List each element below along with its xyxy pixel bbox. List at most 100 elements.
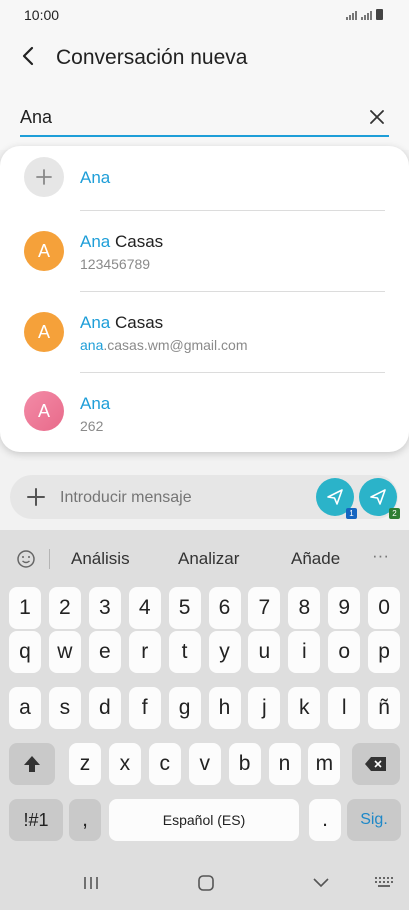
key-v[interactable]: v [188,743,221,785]
key-s[interactable]: s [48,687,81,729]
backspace-key[interactable] [352,743,400,785]
key-u[interactable]: u [248,631,281,673]
key-2[interactable]: 2 [48,587,81,629]
contact-detail: 123456789 [80,256,151,272]
key-i[interactable]: i [288,631,321,673]
suggestions-card: Ana A Ana Casas 123456789 A Ana Casas an… [0,146,409,452]
status-icons [346,9,383,20]
list-item[interactable]: A Ana Casas 123456789 [0,211,409,291]
next-key[interactable]: Sig. [347,799,401,841]
key-g[interactable]: g [168,687,201,729]
key-7[interactable]: 7 [248,587,281,629]
send-icon [327,489,343,505]
suggestion-bar: Análisis Analizar Añade ··· [0,530,409,585]
key-a[interactable]: a [9,687,41,729]
avatar: A [24,391,64,431]
key-d[interactable]: d [88,687,121,729]
symbols-key[interactable]: !#1 [9,799,63,841]
key-0[interactable]: 0 [368,587,401,629]
recipient-input[interactable] [20,104,320,130]
key-1[interactable]: 1 [9,587,41,629]
keyboard: Análisis Analizar Añade ··· 1234567890 qw… [0,530,409,910]
list-item[interactable]: A Ana 262 [0,373,409,452]
key-w[interactable]: w [48,631,81,673]
key-e[interactable]: e [88,631,121,673]
key-n[interactable]: n [268,743,301,785]
attach-button[interactable] [24,485,48,509]
chevron-down-icon [313,878,329,888]
more-options-button[interactable]: ··· [372,546,389,566]
key-8[interactable]: 8 [288,587,321,629]
close-icon [370,110,384,124]
space-key[interactable]: Español (ES) [109,799,299,841]
key-ñ[interactable]: ñ [368,687,401,729]
signal-icon [361,11,372,20]
divider [49,549,50,569]
key-t[interactable]: t [168,631,201,673]
recent-apps-icon [84,877,98,889]
backspace-icon [365,757,386,771]
list-item[interactable]: A Ana Casas ana.casas.wm@gmail.com [0,292,409,372]
contact-detail: ana.casas.wm@gmail.com [80,337,248,353]
key-5[interactable]: 5 [168,587,201,629]
status-time: 10:00 [24,7,60,23]
word-suggestion[interactable]: Análisis [71,549,130,569]
key-j[interactable]: j [248,687,281,729]
shift-key[interactable] [9,743,55,785]
contact-detail: 262 [80,418,104,434]
period-key[interactable]: . [309,799,341,841]
contact-name: Ana Casas [80,313,164,332]
back-arrow-icon [22,46,34,66]
comma-key[interactable]: , [69,799,101,841]
word-suggestion[interactable]: Añade [291,549,340,569]
avatar: A [24,312,64,352]
key-x[interactable]: x [108,743,141,785]
key-c[interactable]: c [148,743,181,785]
send-sim2-button[interactable]: 2 [359,478,400,519]
list-item[interactable]: Ana [0,146,409,220]
keyboard-icon [375,877,393,887]
back-button[interactable] [14,42,42,70]
send-icon [370,489,386,505]
navigation-bar [0,860,409,910]
clear-button[interactable] [364,104,390,130]
emoji-toggle-icon[interactable] [14,547,38,571]
keyboard-switch-button[interactable] [374,875,394,894]
battery-icon [376,9,383,20]
key-k[interactable]: k [288,687,321,729]
avatar: A [24,231,64,271]
page-title: Conversación nueva [56,46,248,69]
contact-name: Ana [80,168,111,187]
key-9[interactable]: 9 [328,587,361,629]
contact-name: Ana Casas [80,232,164,251]
key-h[interactable]: h [208,687,241,729]
plus-icon [27,488,45,506]
key-l[interactable]: l [328,687,361,729]
key-m[interactable]: m [308,743,341,785]
key-4[interactable]: 4 [128,587,161,629]
sim1-badge: 1 [346,508,357,519]
send-sim1-button[interactable]: 1 [316,478,357,519]
key-p[interactable]: p [368,631,401,673]
key-o[interactable]: o [328,631,361,673]
app-header: Conversación nueva [0,30,409,90]
key-y[interactable]: y [208,631,241,673]
key-r[interactable]: r [128,631,161,673]
key-b[interactable]: b [228,743,261,785]
key-z[interactable]: z [69,743,101,785]
key-6[interactable]: 6 [208,587,241,629]
home-button[interactable] [197,874,215,897]
key-f[interactable]: f [128,687,161,729]
recent-apps-button[interactable] [82,875,100,896]
home-icon [198,875,214,891]
add-icon [24,157,64,197]
word-suggestion[interactable]: Analizar [178,549,239,569]
back-nav-button[interactable] [312,876,330,894]
contact-name: Ana [80,394,111,413]
key-q[interactable]: q [9,631,41,673]
status-bar: 10:00 [0,0,409,30]
shift-icon [24,756,40,772]
message-input[interactable] [60,487,300,509]
key-3[interactable]: 3 [88,587,121,629]
sim2-badge: 2 [389,508,400,519]
